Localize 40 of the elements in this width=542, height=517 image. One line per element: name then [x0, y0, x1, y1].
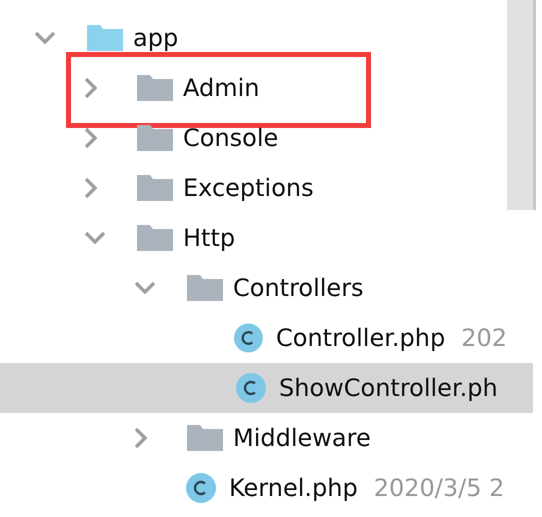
tree-row[interactable]: Exceptions	[0, 163, 507, 213]
chevron-right-icon[interactable]	[135, 428, 147, 448]
folder-icon	[137, 175, 173, 201]
folder-icon	[137, 225, 173, 251]
chevron-right-icon[interactable]	[85, 78, 97, 98]
tree-item-label: Console	[183, 124, 278, 152]
tree-row[interactable]: Controllers	[0, 263, 507, 313]
tree-row[interactable]: Http	[0, 213, 507, 263]
class-file-icon	[233, 322, 264, 354]
folder-icon	[187, 275, 223, 301]
class-file-icon	[185, 472, 217, 504]
tree-item-label: Controllers	[233, 274, 364, 302]
tree-row[interactable]: Controller.php 202	[0, 313, 507, 363]
tree-item-label: Kernel.php	[229, 474, 358, 502]
class-file-icon	[235, 372, 267, 404]
tree-item-label: Middleware	[233, 424, 371, 452]
tree-item-label: app	[133, 24, 178, 52]
folder-icon	[187, 425, 223, 451]
modified-date: 202	[461, 324, 507, 352]
tree-item-label: Http	[183, 224, 236, 252]
modified-date: 2020/3/5 2	[374, 474, 504, 502]
tree-row[interactable]: Middleware	[0, 413, 507, 463]
tree-row[interactable]: app	[0, 13, 507, 63]
tree-row[interactable]: Console	[0, 113, 507, 163]
chevron-down-icon[interactable]	[35, 32, 55, 44]
chevron-right-icon[interactable]	[85, 178, 97, 198]
chevron-down-icon[interactable]	[135, 282, 155, 294]
folder-icon	[87, 25, 123, 51]
tree-row[interactable]: ShowController.ph	[0, 363, 533, 413]
tree-item-label: Admin	[183, 74, 260, 102]
tree-item-label: ShowController.ph	[279, 374, 498, 402]
tree-item-label: Exceptions	[183, 174, 314, 202]
tree-row[interactable]: Kernel.php 2020/3/5 2	[0, 463, 507, 513]
folder-icon	[137, 125, 173, 151]
chevron-right-icon[interactable]	[85, 128, 97, 148]
tree-item-label: Controller.php	[276, 324, 446, 352]
chevron-down-icon[interactable]	[85, 232, 105, 244]
folder-icon	[137, 75, 173, 101]
scrollbar-thumb[interactable]	[507, 0, 536, 210]
tree-row[interactable]: Admin	[0, 63, 507, 113]
